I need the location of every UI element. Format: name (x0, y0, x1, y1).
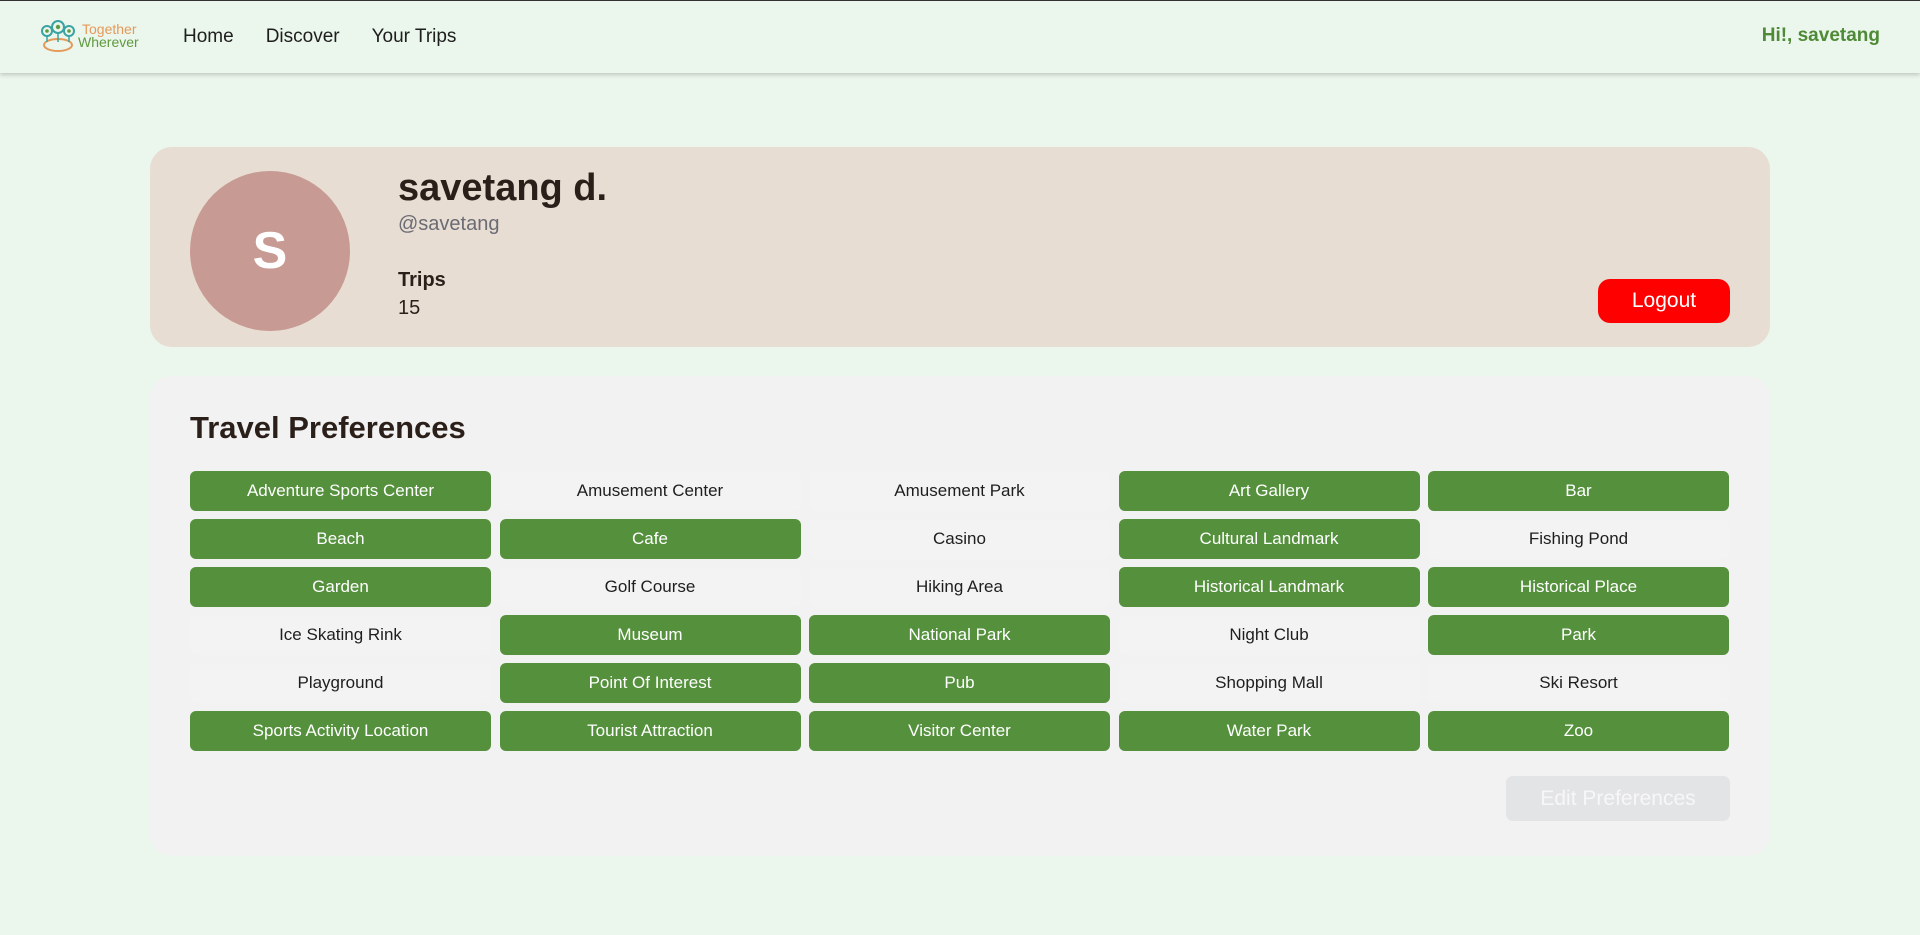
avatar: S (190, 171, 350, 331)
nav-discover-link[interactable]: Discover (266, 26, 340, 48)
trips-label: Trips (398, 269, 446, 291)
preference-chip-bar[interactable]: Bar (1428, 471, 1729, 511)
trips-count: 15 (398, 297, 421, 319)
preference-chip-water-park[interactable]: Water Park (1118, 711, 1420, 751)
preference-chip-garden[interactable]: Garden (190, 567, 491, 607)
preference-chip-night-club[interactable]: Night Club (1118, 615, 1420, 655)
preference-chip-amusement-park[interactable]: Amusement Park (809, 471, 1110, 511)
preference-chip-fishing-pond[interactable]: Fishing Pond (1428, 519, 1729, 559)
preference-chip-art-gallery[interactable]: Art Gallery (1118, 471, 1420, 511)
app-logo[interactable]: Together Wherever (38, 17, 148, 55)
preference-chip-tourist-attraction[interactable]: Tourist Attraction (499, 711, 801, 751)
preference-chip-golf-course[interactable]: Golf Course (499, 567, 801, 607)
travel-preferences-title: Travel Preferences (190, 410, 466, 445)
preference-chip-point-of-interest[interactable]: Point Of Interest (499, 663, 801, 703)
preference-chip-historical-place[interactable]: Historical Place (1428, 567, 1729, 607)
preference-chip-cultural-landmark[interactable]: Cultural Landmark (1118, 519, 1420, 559)
preference-chip-zoo[interactable]: Zoo (1428, 711, 1729, 751)
preference-chip-museum[interactable]: Museum (499, 615, 801, 655)
preference-chip-hiking-area[interactable]: Hiking Area (809, 567, 1110, 607)
preference-chip-historical-landmark[interactable]: Historical Landmark (1118, 567, 1420, 607)
preference-chip-pub[interactable]: Pub (809, 663, 1110, 703)
profile-name: savetang d. (398, 167, 608, 209)
edit-preferences-button[interactable]: Edit Preferences (1506, 776, 1730, 821)
preference-chip-casino[interactable]: Casino (809, 519, 1110, 559)
user-greeting[interactable]: Hi!, savetang (1762, 25, 1880, 47)
logo-pins-icon (41, 20, 75, 52)
nav-home-link[interactable]: Home (183, 26, 234, 48)
travel-preferences-card: Travel Preferences Adventure Sports Cent… (150, 376, 1770, 856)
top-navbar: Together Wherever Home Discover Your Tri… (0, 1, 1920, 73)
preference-chip-ice-skating-rink[interactable]: Ice Skating Rink (190, 615, 491, 655)
main-nav: Home Discover Your Trips (183, 1, 456, 73)
preference-chip-playground[interactable]: Playground (190, 663, 491, 703)
preference-chip-ski-resort[interactable]: Ski Resort (1428, 663, 1729, 703)
preference-chip-shopping-mall[interactable]: Shopping Mall (1118, 663, 1420, 703)
preference-chip-adventure-sports-center[interactable]: Adventure Sports Center (190, 471, 491, 511)
preferences-grid: Adventure Sports Center Amusement Center A… (190, 471, 1730, 751)
logo-text: Together Wherever (78, 22, 139, 50)
preference-chip-visitor-center[interactable]: Visitor Center (809, 711, 1110, 751)
nav-your-trips-link[interactable]: Your Trips (372, 26, 457, 48)
preference-chip-cafe[interactable]: Cafe (499, 519, 801, 559)
preference-chip-sports-activity-location[interactable]: Sports Activity Location (190, 711, 491, 751)
preference-chip-national-park[interactable]: National Park (809, 615, 1110, 655)
profile-card: S savetang d. @savetang Trips 15 Logout (150, 147, 1770, 347)
profile-handle: @savetang (398, 213, 500, 235)
preference-chip-park[interactable]: Park (1428, 615, 1729, 655)
preference-chip-beach[interactable]: Beach (190, 519, 491, 559)
preference-chip-amusement-center[interactable]: Amusement Center (499, 471, 801, 511)
logo-text-line2: Wherever (78, 34, 139, 50)
logout-button[interactable]: Logout (1598, 279, 1730, 323)
